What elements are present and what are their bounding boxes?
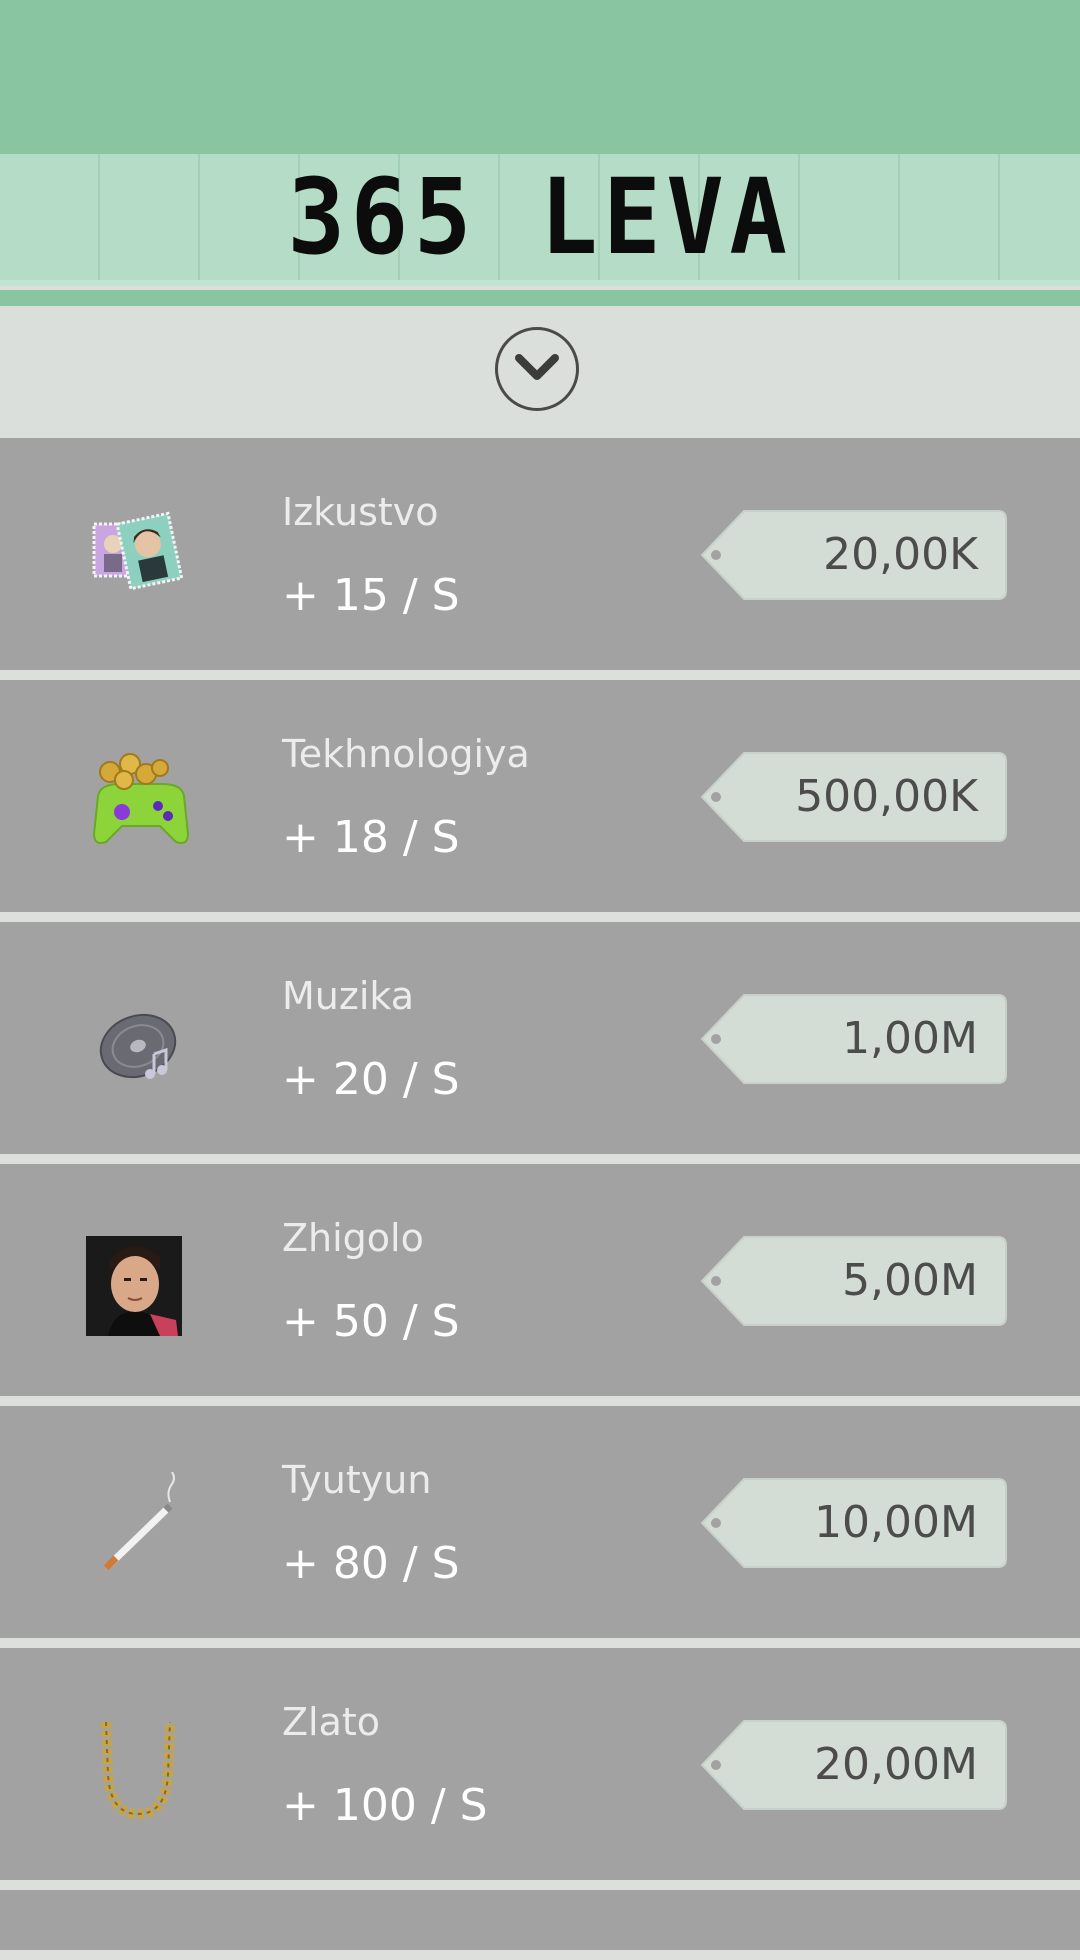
gamepad-coins-icon xyxy=(80,746,200,856)
price-value: 1,00M xyxy=(842,1013,978,1064)
upgrade-rate: + 15 / S xyxy=(282,570,460,621)
buy-price-tag[interactable]: 20,00K xyxy=(700,509,1008,601)
upgrade-name: Muzika xyxy=(282,974,414,1018)
upgrade-row-izkustvo[interactable]: Izkustvo + 15 / S 20,00K xyxy=(0,438,1080,670)
upgrade-name: Tyutyun xyxy=(282,1458,432,1502)
header-band xyxy=(0,0,1080,154)
collapse-toggle-button[interactable] xyxy=(495,327,579,411)
price-value: 10,00M xyxy=(814,1497,978,1548)
upgrade-rate: + 100 / S xyxy=(282,1780,488,1831)
price-value: 20,00M xyxy=(814,1739,978,1790)
man-portrait-icon xyxy=(80,1230,200,1340)
upgrade-name: Izkustvo xyxy=(282,490,439,534)
counter-divider xyxy=(0,280,1080,286)
upgrade-list: Izkustvo + 15 / S 20,00K Tekhnologiya + … xyxy=(0,438,1080,1960)
upgrade-row-partial[interactable] xyxy=(0,1890,1080,1950)
price-value: 5,00M xyxy=(842,1255,978,1306)
price-value: 20,00K xyxy=(823,529,978,580)
upgrade-name: Zhigolo xyxy=(282,1216,424,1260)
upgrade-rate: + 18 / S xyxy=(282,812,460,863)
upgrade-row-tekhnologiya[interactable]: Tekhnologiya + 18 / S 500,00K xyxy=(0,680,1080,912)
buy-price-tag[interactable]: 1,00M xyxy=(700,993,1008,1085)
stamps-icon xyxy=(80,504,200,614)
buy-price-tag[interactable]: 20,00M xyxy=(700,1719,1008,1811)
upgrade-row-zlato[interactable]: Zlato + 100 / S 20,00M xyxy=(0,1648,1080,1880)
chevron-down-icon xyxy=(515,354,559,380)
money-counter: 365 LEVA xyxy=(287,156,793,278)
upgrade-rate: + 80 / S xyxy=(282,1538,460,1589)
cigarette-icon xyxy=(80,1471,200,1582)
upgrade-rate: + 20 / S xyxy=(282,1054,460,1105)
upgrade-row-muzika[interactable]: Muzika + 20 / S 1,00M xyxy=(0,922,1080,1154)
upgrade-name: Tekhnologiya xyxy=(282,732,530,776)
upgrade-row-zhigolo[interactable]: Zhigolo + 50 / S 5,00M xyxy=(0,1164,1080,1396)
counter-bottom-band xyxy=(0,290,1080,306)
gold-chain-icon xyxy=(80,1714,200,1824)
upgrade-rate: + 50 / S xyxy=(282,1296,460,1347)
buy-price-tag[interactable]: 10,00M xyxy=(700,1477,1008,1569)
buy-price-tag[interactable]: 500,00K xyxy=(700,751,1008,843)
vinyl-record-icon xyxy=(80,988,200,1098)
upgrade-row-tyutyun[interactable]: Tyutyun + 80 / S 10,00M xyxy=(0,1406,1080,1638)
price-value: 500,00K xyxy=(795,771,978,822)
buy-price-tag[interactable]: 5,00M xyxy=(700,1235,1008,1327)
upgrade-name: Zlato xyxy=(282,1700,381,1744)
